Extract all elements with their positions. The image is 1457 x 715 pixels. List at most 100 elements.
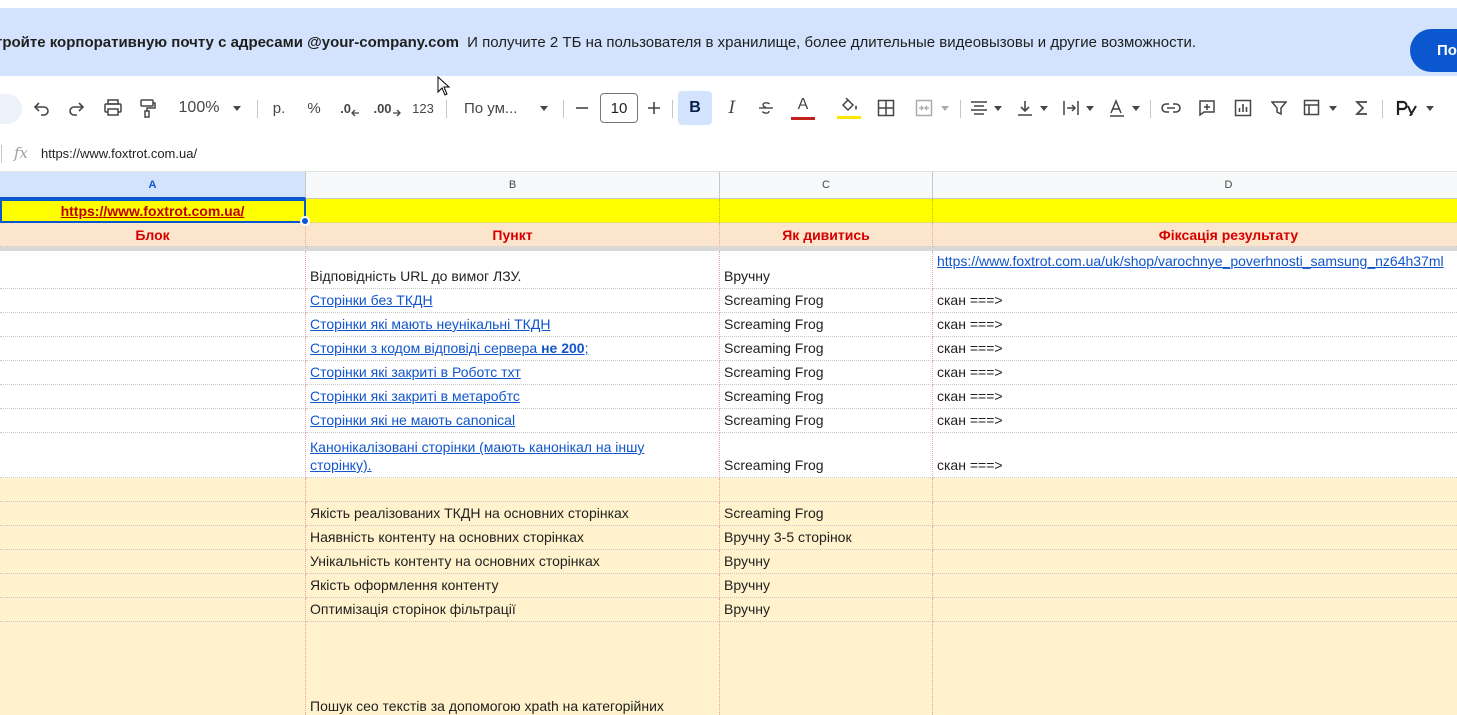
table-cell[interactable]	[0, 598, 306, 622]
menu-search-pill[interactable]	[0, 94, 22, 124]
item-link[interactable]: Канонікалізовані сторінки (мають канонік…	[310, 438, 679, 474]
header-cell-result[interactable]: Фіксація результату	[933, 223, 1457, 247]
table-cell[interactable]: Screaming Frog	[720, 385, 933, 409]
zoom-select[interactable]: 100%	[170, 92, 250, 124]
table-cell[interactable]: Сторінки з кодом відповіді сервера не 20…	[306, 337, 720, 361]
table-cell[interactable]	[933, 622, 1457, 715]
table-cell[interactable]: Сторінки які закриті в Роботс тхт	[306, 361, 720, 385]
table-cell[interactable]: Screaming Frog	[720, 502, 933, 526]
font-family-select[interactable]: По ум...	[456, 92, 556, 124]
table-cell[interactable]	[0, 478, 306, 502]
table-cell[interactable]	[0, 622, 306, 715]
table-cell[interactable]	[0, 502, 306, 526]
number-format-button[interactable]: 123	[408, 92, 438, 124]
horizontal-align-button[interactable]	[966, 92, 1006, 124]
table-cell[interactable]	[933, 199, 1457, 223]
column-header-d[interactable]: D	[933, 171, 1457, 199]
table-cell[interactable]: Сторінки які не мають canonical	[306, 409, 720, 433]
table-cell[interactable]: Вручну	[720, 574, 933, 598]
item-link[interactable]: Сторінки які закриті в метаробтс	[310, 387, 520, 405]
table-cell[interactable]	[933, 502, 1457, 526]
column-header-b[interactable]: B	[306, 171, 720, 199]
redo-icon[interactable]	[62, 92, 90, 124]
table-cell[interactable]: Оптимізація сторінок фільтрації	[306, 598, 720, 622]
table-cell[interactable]	[0, 550, 306, 574]
table-cell[interactable]	[0, 385, 306, 409]
result-link[interactable]: https://www.foxtrot.com.ua/uk/shop/varoc…	[937, 252, 1444, 270]
decrease-decimals-button[interactable]: .0	[334, 92, 366, 124]
header-cell-item[interactable]: Пункт	[306, 223, 720, 247]
table-cell[interactable]	[0, 251, 306, 289]
text-color-button[interactable]: A	[788, 92, 818, 124]
table-cell[interactable]	[0, 409, 306, 433]
filter-icon[interactable]	[1264, 92, 1294, 124]
table-cell[interactable]	[720, 199, 933, 223]
insert-chart-icon[interactable]	[1228, 92, 1258, 124]
strikethrough-icon[interactable]	[752, 92, 780, 124]
table-cell[interactable]: Вручну	[720, 598, 933, 622]
undo-icon[interactable]	[28, 92, 56, 124]
table-cell[interactable]: Screaming Frog	[720, 361, 933, 385]
table-cell[interactable]: Screaming Frog	[720, 313, 933, 337]
table-cell[interactable]: Сторінки які закриті в метаробтс	[306, 385, 720, 409]
table-cell[interactable]	[933, 574, 1457, 598]
table-cell[interactable]	[0, 433, 306, 478]
table-cell[interactable]	[0, 313, 306, 337]
table-cell[interactable]	[720, 622, 933, 715]
item-link[interactable]: Сторінки з кодом відповіді сервера не 20…	[310, 339, 588, 357]
table-cell[interactable]	[933, 478, 1457, 502]
table-cell[interactable]: скан ===>	[933, 361, 1457, 385]
table-cell[interactable]: Якість реалізованих ТКДН на основних сто…	[306, 502, 720, 526]
column-header-c[interactable]: C	[720, 171, 933, 199]
fill-color-button[interactable]	[834, 92, 864, 124]
table-cell[interactable]: Screaming Frog	[720, 409, 933, 433]
filter-views-button[interactable]	[1298, 92, 1342, 124]
table-cell[interactable]: Пошук сео текстів за допомогою xpath на …	[306, 622, 720, 715]
table-cell[interactable]: скан ===>	[933, 409, 1457, 433]
insert-comment-icon[interactable]	[1192, 92, 1222, 124]
table-cell[interactable]	[306, 199, 720, 223]
table-cell[interactable]	[306, 478, 720, 502]
text-rotation-button[interactable]	[1104, 92, 1144, 124]
table-cell[interactable]	[933, 526, 1457, 550]
table-cell[interactable]: скан ===>	[933, 385, 1457, 409]
paint-format-icon[interactable]	[134, 92, 162, 124]
currency-format-button[interactable]: р.	[264, 92, 294, 124]
functions-icon[interactable]	[1348, 92, 1376, 124]
table-cell[interactable]: скан ===>	[933, 289, 1457, 313]
item-link[interactable]: Сторінки без ТКДН	[310, 291, 433, 309]
vertical-align-button[interactable]	[1012, 92, 1052, 124]
header-cell-method[interactable]: Як дивитись	[720, 223, 933, 247]
fill-handle[interactable]	[300, 216, 310, 226]
table-cell[interactable]: скан ===>	[933, 313, 1457, 337]
table-cell[interactable]	[0, 289, 306, 313]
table-cell[interactable]: Наявність контенту на основних сторінках	[306, 526, 720, 550]
font-size-input[interactable]: 10	[600, 93, 638, 123]
table-cell[interactable]	[0, 526, 306, 550]
table-cell[interactable]	[933, 598, 1457, 622]
item-link[interactable]: Сторінки які не мають canonical	[310, 411, 515, 429]
percent-format-button[interactable]: %	[300, 92, 328, 124]
increase-font-size-icon[interactable]	[642, 92, 666, 124]
table-cell[interactable]: Унікальність контенту на основних сторін…	[306, 550, 720, 574]
table-cell[interactable]	[0, 361, 306, 385]
item-link[interactable]: Сторінки які закриті в Роботс тхт	[310, 363, 521, 381]
item-link[interactable]: Сторінки які мають неунікальні ТКДН	[310, 315, 550, 333]
borders-icon[interactable]	[872, 92, 900, 124]
table-cell[interactable]: Screaming Frog	[720, 289, 933, 313]
table-cell[interactable]: Канонікалізовані сторінки (мають канонік…	[306, 433, 720, 478]
decrease-font-size-icon[interactable]	[570, 92, 594, 124]
italic-button[interactable]: I	[718, 92, 746, 124]
table-cell[interactable]	[0, 574, 306, 598]
table-cell[interactable]: Вручну	[720, 251, 933, 289]
table-cell[interactable]: Screaming Frog	[720, 337, 933, 361]
table-cell[interactable]: Відповідність URL до вимог ЛЗУ.	[306, 251, 720, 289]
table-cell[interactable]: скан ===>	[933, 337, 1457, 361]
banner-action-button[interactable]: По	[1410, 29, 1457, 72]
print-icon[interactable]	[98, 92, 128, 124]
table-cell[interactable]	[933, 550, 1457, 574]
insert-link-icon[interactable]	[1156, 92, 1186, 124]
table-cell[interactable]	[0, 337, 306, 361]
header-cell-block[interactable]: Блок	[0, 223, 306, 247]
input-tools-button[interactable]	[1390, 92, 1440, 124]
